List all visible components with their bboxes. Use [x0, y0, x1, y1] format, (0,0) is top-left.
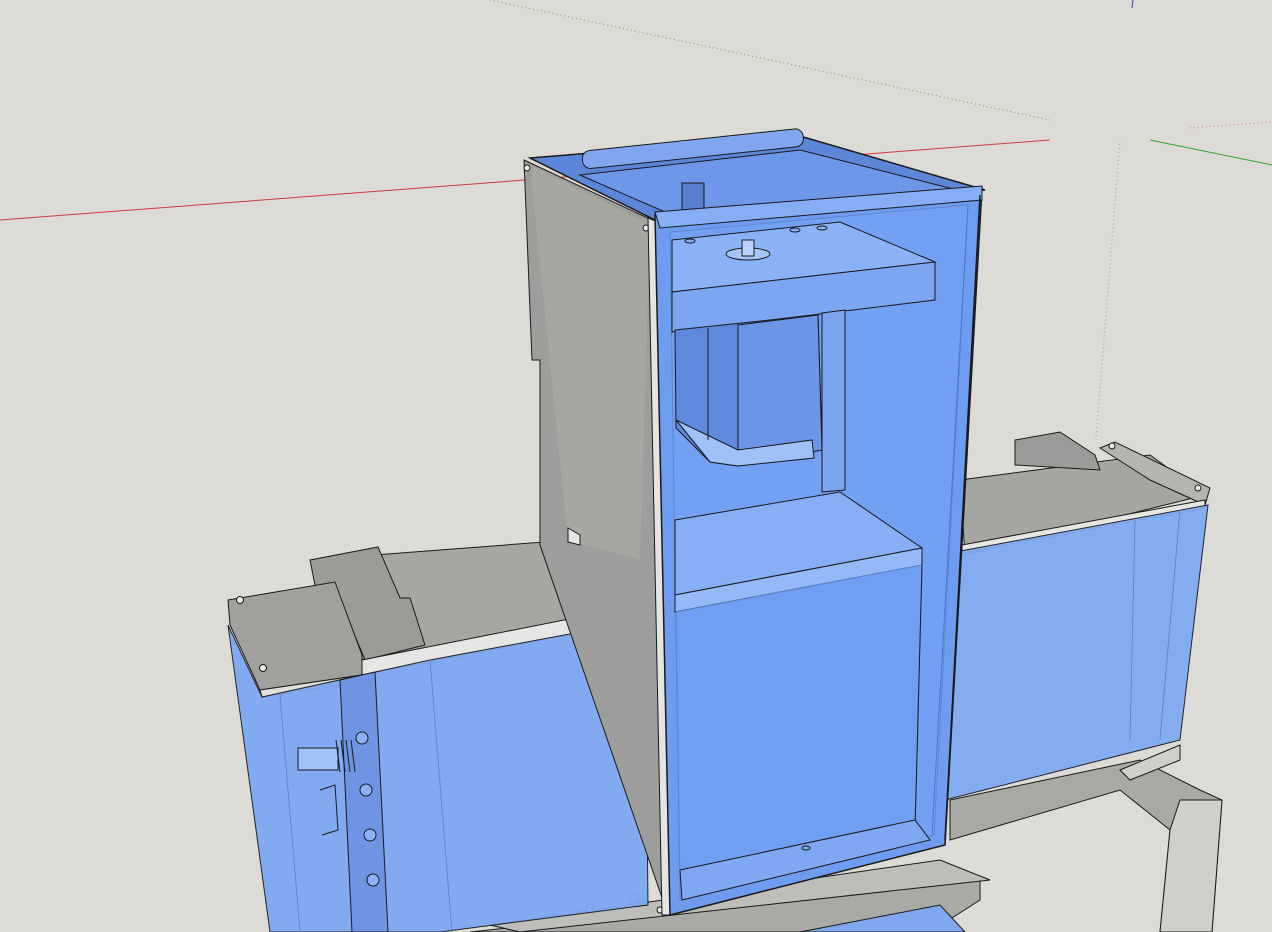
screw-hole [236, 596, 244, 604]
red-axis-dotted [1189, 121, 1272, 129]
motor-bracket [821, 309, 846, 493]
screw-hole [1108, 442, 1116, 450]
hole [359, 783, 373, 797]
green-axis-dotted [489, 0, 1051, 121]
green-axis-line [1149, 139, 1272, 166]
screw-hole [523, 164, 531, 172]
screw-hole [259, 664, 267, 672]
shaft[interactable] [297, 747, 339, 771]
blue-axis-dotted [1095, 139, 1121, 441]
screw-hole [1194, 484, 1202, 492]
top-post[interactable] [681, 182, 705, 212]
hole [355, 731, 369, 745]
hole [363, 828, 377, 842]
blue-axis-line [1131, 0, 1134, 9]
hole [366, 873, 380, 887]
modeling-viewport[interactable] [0, 0, 1272, 932]
right-enclosure-cap[interactable] [1014, 431, 1101, 471]
platform-post[interactable] [741, 239, 755, 257]
model-canvas[interactable] [0, 0, 1272, 932]
